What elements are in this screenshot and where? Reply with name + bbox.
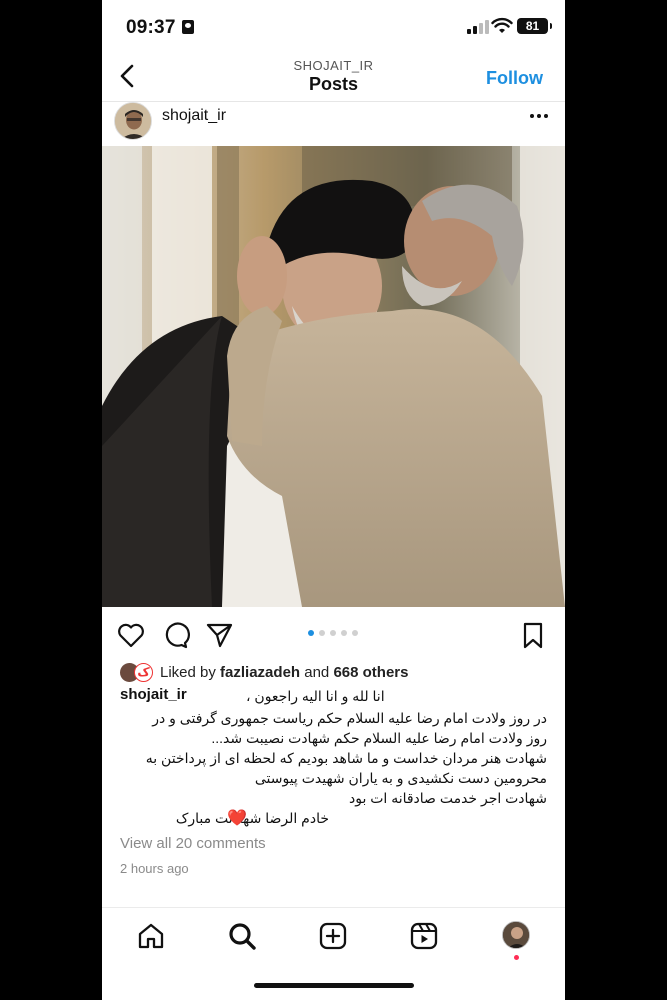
home-icon[interactable] bbox=[136, 921, 166, 951]
post-header: shojait_ir bbox=[102, 102, 565, 146]
follow-button[interactable]: Follow bbox=[486, 68, 543, 89]
caption-line: شهادت اجر خدمت صادقانه ات بود bbox=[348, 790, 547, 806]
more-options-icon[interactable] bbox=[527, 104, 551, 128]
caption-line: خادم الرضا شهادتت مبارک bbox=[175, 810, 329, 826]
likes-text: Liked by fazliazadeh and 668 others bbox=[160, 664, 409, 681]
battery-indicator: 81 bbox=[517, 18, 552, 34]
post-timestamp: 2 hours ago bbox=[120, 861, 189, 876]
create-post-icon[interactable] bbox=[318, 921, 348, 951]
caption-username[interactable]: shojait_ir bbox=[120, 686, 187, 703]
status-bar: 09:37 81 bbox=[102, 0, 565, 52]
id-card-icon bbox=[182, 20, 194, 34]
post-photo[interactable] bbox=[102, 146, 565, 607]
search-icon[interactable] bbox=[227, 921, 257, 951]
reels-icon[interactable] bbox=[409, 921, 439, 951]
wifi-icon bbox=[491, 17, 513, 33]
heart-emoji: ❤️ bbox=[227, 810, 247, 827]
profile-avatar-icon[interactable] bbox=[502, 921, 530, 949]
avatar[interactable] bbox=[114, 102, 152, 140]
caption-line: انا لله و انا الیه راجعون ، bbox=[246, 688, 385, 704]
view-comments-link[interactable]: View all 20 comments bbox=[120, 835, 266, 852]
carousel-indicator bbox=[308, 630, 368, 638]
caption-line: روز ولادت امام رضا علیه السلام حکم شهادت… bbox=[211, 730, 547, 746]
caption-line: شهادت هنر مردان خداست و ما شاهد بودیم که… bbox=[145, 750, 547, 766]
bookmark-icon[interactable] bbox=[518, 620, 548, 650]
post-username[interactable]: shojait_ir bbox=[162, 107, 226, 125]
comment-icon[interactable] bbox=[160, 620, 190, 650]
caption-line: محرومین دست نکشیدی و به یاران شهیدت پیوس… bbox=[254, 770, 547, 786]
post-actions bbox=[102, 612, 565, 656]
heart-icon[interactable] bbox=[116, 620, 146, 650]
home-indicator bbox=[254, 983, 414, 988]
liker-avatar: ک bbox=[134, 663, 153, 682]
signal-icon bbox=[467, 20, 489, 34]
status-time: 09:37 bbox=[126, 17, 176, 38]
app-header: SHOJAIT_IR Posts Follow bbox=[102, 52, 565, 102]
notification-dot bbox=[514, 955, 519, 960]
caption-line: در روز ولادت امام رضا علیه السلام حکم ری… bbox=[152, 710, 547, 726]
likes-summary[interactable]: ک Liked by fazliazadeh and 668 others bbox=[120, 662, 550, 684]
phone-screen: 09:37 81 SHOJAIT_IR Posts Follow shojait… bbox=[102, 0, 565, 1000]
share-icon[interactable] bbox=[204, 620, 234, 650]
